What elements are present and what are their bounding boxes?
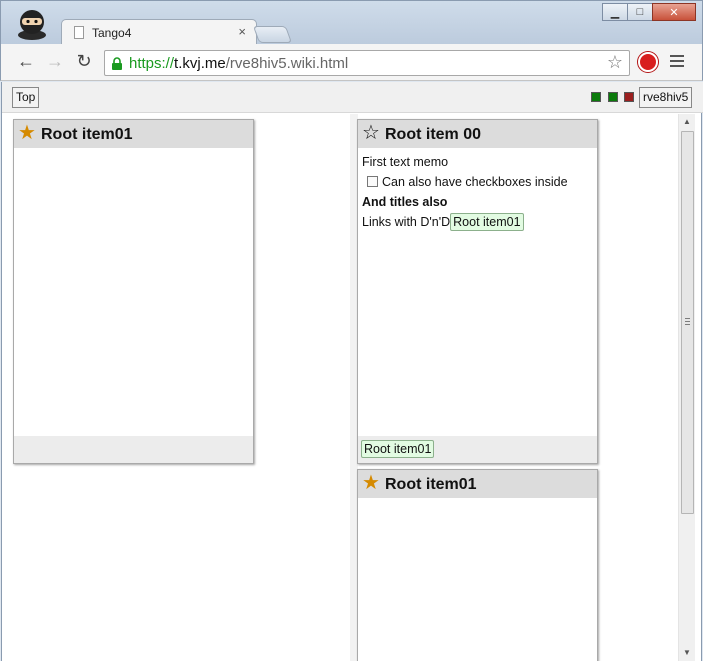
window-controls: ▁ □ ✕ xyxy=(602,3,696,21)
card-footer xyxy=(14,436,253,463)
ninja-app-icon xyxy=(18,10,46,40)
checkbox-row: Can also have checkboxes inside xyxy=(362,173,593,193)
scroll-up-arrow-icon[interactable]: ▲ xyxy=(679,114,695,130)
card-title: Root item 00 xyxy=(385,126,482,143)
links-text: Links with D'n'D xyxy=(362,215,451,229)
address-bar[interactable]: https://t.kvj.me/rve8hiv5.wiki.html ☆ xyxy=(104,50,630,76)
star-outline-icon[interactable]: ☆ xyxy=(362,121,380,145)
url-host: t.kvj.me xyxy=(174,55,226,72)
maximize-button[interactable]: □ xyxy=(627,3,653,21)
status-indicator-3 xyxy=(624,92,634,102)
card-header[interactable]: ★ Root item01 xyxy=(358,470,597,498)
card-footer: Root item01 xyxy=(358,436,597,463)
links-row: Links with D'n'D Root item01 xyxy=(362,213,593,233)
reload-icon[interactable]: ↻ xyxy=(73,51,95,73)
memo-checkbox[interactable] xyxy=(367,176,378,187)
app-topbar: Top rve8hiv5 xyxy=(2,82,703,113)
new-tab-button[interactable] xyxy=(252,26,293,43)
page-id-button[interactable]: rve8hiv5 xyxy=(639,87,693,108)
card-root-item01-right[interactable]: ★ Root item01 xyxy=(357,469,598,661)
footer-link-root-item01[interactable]: Root item01 xyxy=(361,440,435,458)
card-header[interactable]: ☆ Root item 00 xyxy=(358,120,597,148)
minimize-button[interactable]: ▁ xyxy=(602,3,628,21)
browser-titlebar: Tango4 × ▁ □ ✕ xyxy=(0,0,703,46)
bookmark-star-icon[interactable]: ☆ xyxy=(607,52,623,73)
browser-tab[interactable]: Tango4 × xyxy=(61,19,257,46)
star-filled-icon[interactable]: ★ xyxy=(18,121,36,145)
memo-title: And titles also xyxy=(362,195,448,209)
star-filled-icon[interactable]: ★ xyxy=(362,471,380,495)
top-button[interactable]: Top xyxy=(12,87,40,108)
card-title: Root item01 xyxy=(385,476,477,493)
tab-close-icon[interactable]: × xyxy=(238,24,246,39)
url-path: /rve8hiv5.wiki.html xyxy=(225,55,349,72)
tab-title: Tango4 xyxy=(92,26,132,40)
close-window-button[interactable]: ✕ xyxy=(652,3,696,21)
card-title: Root item01 xyxy=(41,126,133,143)
checkbox-label: Can also have checkboxes inside xyxy=(382,175,568,189)
back-icon[interactable]: ← xyxy=(15,51,37,73)
card-body: First text memo Can also have checkboxes… xyxy=(362,153,593,233)
browser-toolbar: ← → ↻ https://t.kvj.me/rve8hiv5.wiki.htm… xyxy=(0,44,703,81)
scrollbar-grip-icon xyxy=(685,318,690,327)
page-viewport: Top rve8hiv5 ★ Root item01 ☆ Root item 0… xyxy=(1,82,703,661)
extension-stop-icon[interactable] xyxy=(638,52,658,72)
memo-text: First text memo xyxy=(362,155,449,169)
scroll-down-arrow-icon[interactable]: ▼ xyxy=(679,645,695,661)
page-icon xyxy=(74,26,84,39)
url-scheme: https:// xyxy=(129,55,175,72)
status-indicator-2 xyxy=(608,92,618,102)
card-root-item01-left[interactable]: ★ Root item01 xyxy=(13,119,254,464)
card-root-item-00[interactable]: ☆ Root item 00 First text memo Can also … xyxy=(357,119,598,464)
forward-icon[interactable]: → xyxy=(44,51,66,73)
lock-icon xyxy=(112,57,122,70)
scrollbar-thumb[interactable] xyxy=(681,131,694,514)
content-area: ★ Root item01 ☆ Root item 00 First text … xyxy=(2,114,678,661)
url-text: https://t.kvj.me/rve8hiv5.wiki.html xyxy=(129,55,348,72)
status-indicator-1 xyxy=(591,92,601,102)
card-header[interactable]: ★ Root item01 xyxy=(14,120,253,148)
vertical-scrollbar[interactable]: ▲ ▼ xyxy=(678,114,695,661)
hamburger-menu-icon[interactable] xyxy=(670,55,684,70)
inline-link-root-item01[interactable]: Root item01 xyxy=(450,213,524,231)
